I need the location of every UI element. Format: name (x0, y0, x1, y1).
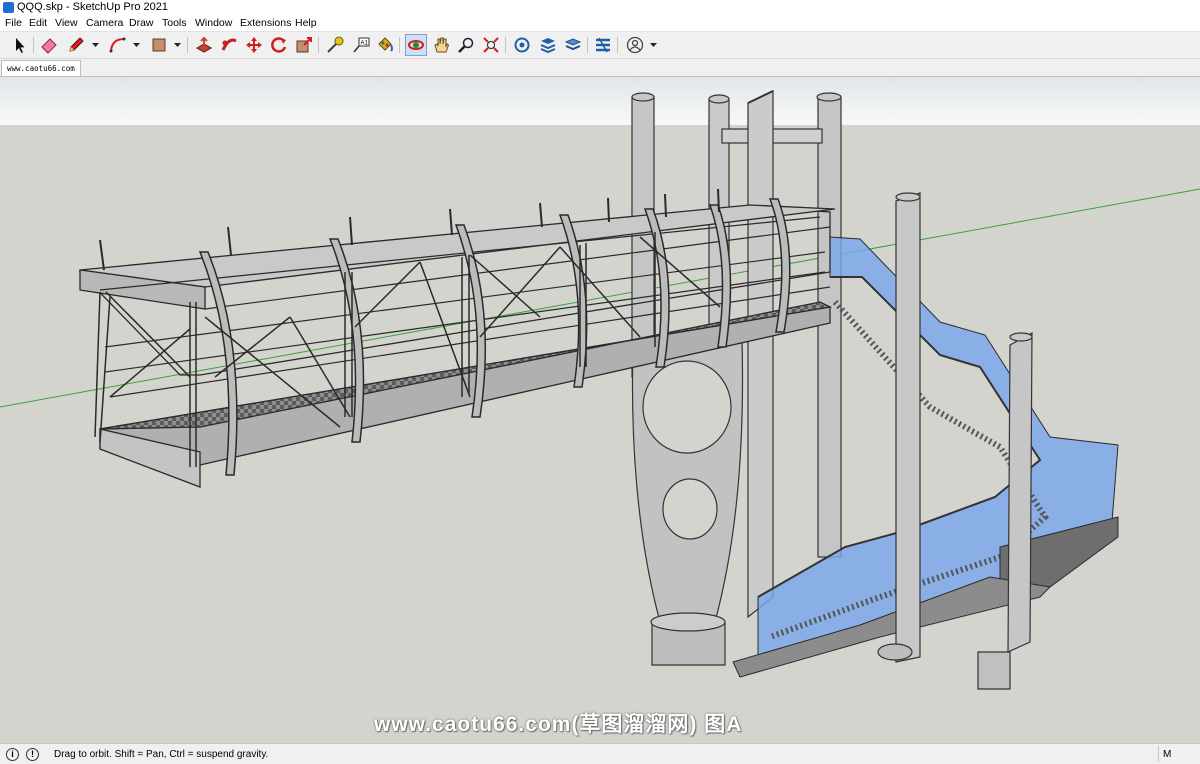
menu-draw[interactable]: Draw (129, 17, 154, 29)
account-dropdown[interactable] (649, 35, 658, 55)
move-icon (246, 37, 262, 53)
toolbar-separator (187, 37, 188, 53)
warehouse-icon (514, 37, 530, 53)
sky (0, 77, 1200, 125)
sketchup-app-icon (3, 2, 14, 13)
menu-help[interactable]: Help (295, 17, 317, 29)
model-scene (0, 77, 1200, 743)
arrow-cursor-icon (16, 38, 25, 53)
text-label-icon: A1 (353, 37, 370, 53)
menu-camera[interactable]: Camera (86, 17, 123, 29)
menu-view[interactable]: View (55, 17, 78, 29)
chevron-down-icon (92, 43, 99, 47)
push-pull-icon (195, 36, 213, 53)
status-divider (1158, 746, 1159, 762)
status-hint: Drag to orbit. Shift = Pan, Ctrl = suspe… (54, 749, 269, 760)
orbit-tool[interactable] (405, 34, 427, 56)
toolbar-separator (617, 37, 618, 53)
toolbar-separator (587, 37, 588, 53)
paint-bucket-tool[interactable] (375, 35, 395, 55)
magnifier-icon (458, 37, 474, 53)
tape-measure-icon (327, 36, 344, 53)
follow-me-icon (221, 38, 237, 51)
exclamation-icon[interactable]: ! (26, 748, 39, 761)
toolbar-separator (33, 37, 34, 53)
select-tool[interactable] (9, 35, 29, 55)
toolbar-separator (399, 37, 400, 53)
menu-file[interactable]: File (5, 17, 22, 29)
rotate-tool[interactable] (269, 35, 289, 55)
extension-warehouse-button[interactable] (538, 35, 558, 55)
rotate-icon (271, 37, 287, 53)
push-pull-tool[interactable] (194, 35, 214, 55)
menu-tools[interactable]: Tools (162, 17, 187, 29)
pencil-icon (69, 37, 84, 52)
eraser-tool[interactable] (39, 35, 59, 55)
zoom-extents-icon (483, 37, 499, 53)
menu-bar: File Edit View Camera Draw Tools Window … (0, 16, 1200, 32)
layout-icon (564, 38, 582, 51)
extension-manager-button[interactable] (593, 35, 613, 55)
pencil-tool[interactable] (66, 35, 86, 55)
follow-me-tool[interactable] (219, 35, 239, 55)
watermark-text: www.caotu66.com(草图溜溜网) 图A (374, 713, 743, 736)
pencil-dropdown[interactable] (91, 35, 100, 55)
user-account-icon (626, 36, 644, 54)
measurements-label: M (1163, 749, 1172, 760)
warehouse-button[interactable] (512, 35, 532, 55)
extension-warehouse-icon (540, 38, 556, 54)
account-button[interactable] (625, 35, 645, 55)
main-toolbar: A1 (0, 32, 1200, 59)
chevron-down-icon (650, 43, 657, 47)
hand-icon (434, 37, 450, 53)
arc-dropdown[interactable] (132, 35, 141, 55)
orbit-icon (408, 40, 424, 50)
layout-button[interactable] (563, 35, 583, 55)
rectangle-icon (152, 38, 166, 52)
extension-manager-icon (596, 37, 610, 53)
eraser-icon (41, 38, 57, 54)
toolbar-separator (318, 37, 319, 53)
tape-measure-tool[interactable] (325, 35, 345, 55)
menu-window[interactable]: Window (195, 17, 232, 29)
drawing-viewport[interactable]: www.caotu66.com(草图溜溜网) 图A (0, 77, 1200, 743)
chevron-down-icon (133, 43, 140, 47)
column-front-main (747, 90, 774, 619)
svg-text:A1: A1 (361, 41, 369, 47)
move-tool[interactable] (244, 35, 264, 55)
zoom-extents-tool[interactable] (481, 35, 501, 55)
scene-tab[interactable]: www.caotu66.com (1, 60, 81, 76)
pan-tool[interactable] (431, 35, 451, 55)
arc-tool[interactable] (108, 35, 128, 55)
window-title: QQQ.skp - SketchUp Pro 2021 (17, 1, 169, 13)
scale-icon (296, 37, 312, 53)
shape-tool[interactable] (149, 35, 169, 55)
info-icon[interactable]: i (6, 748, 19, 761)
scale-tool[interactable] (294, 35, 314, 55)
shape-dropdown[interactable] (173, 35, 182, 55)
text-tool[interactable]: A1 (351, 35, 371, 55)
status-bar: i ! Drag to orbit. Shift = Pan, Ctrl = s… (0, 743, 1200, 764)
chevron-down-icon (174, 43, 181, 47)
title-bar: QQQ.skp - SketchUp Pro 2021 (0, 0, 1200, 16)
menu-edit[interactable]: Edit (29, 17, 47, 29)
scene-tab-bar: www.caotu66.com (0, 59, 1200, 77)
arc-icon (109, 37, 126, 53)
paint-bucket-icon (378, 37, 393, 52)
zoom-tool[interactable] (456, 35, 476, 55)
toolbar-separator (505, 37, 506, 53)
menu-extensions[interactable]: Extensions (240, 17, 291, 29)
